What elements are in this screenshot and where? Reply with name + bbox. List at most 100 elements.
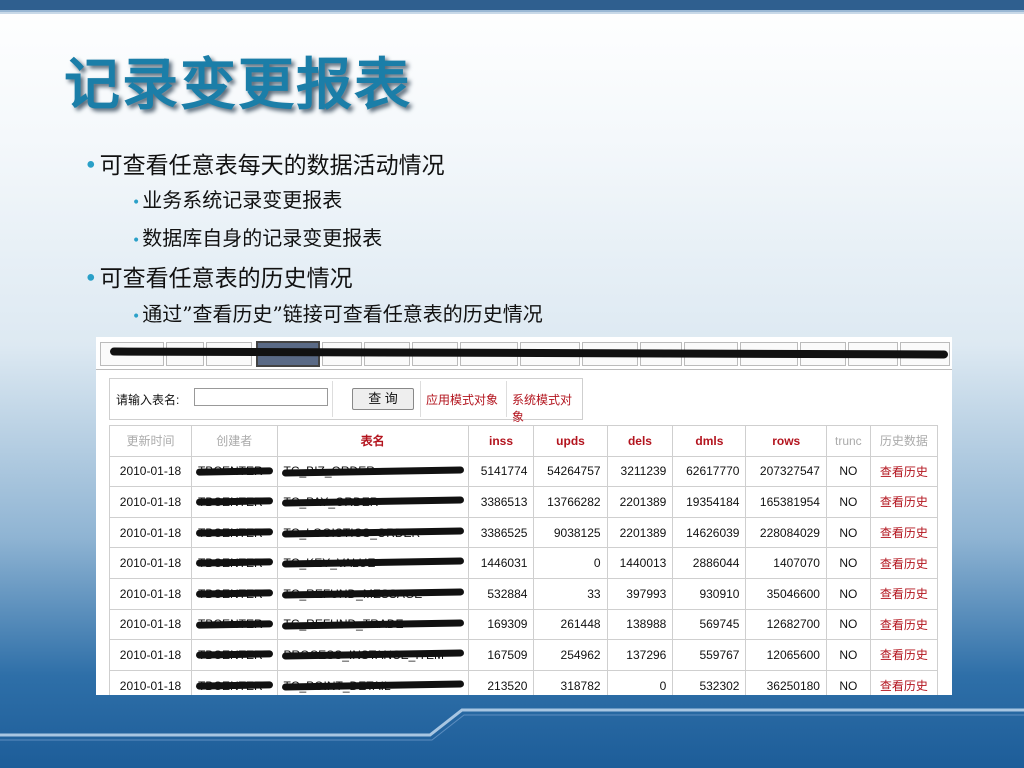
redaction-scribble [195,619,273,629]
cell-dels: 138988 [606,608,674,641]
view-history-link[interactable]: 查看历史 [869,547,939,579]
cell-rows: 228084029 [745,516,827,549]
app-schema-objects-link[interactable]: 应用模式对象 [426,391,498,408]
bullet-level2-database: • 数据库自身的记录变更报表 [132,226,383,250]
cell-inss: 3386525 [467,516,535,549]
view-history-link[interactable]: 查看历史 [869,516,939,549]
cell-rows: 35046600 [745,577,827,610]
bullet-dot-icon: • [132,309,141,325]
cell-upds: 9038125 [533,516,608,549]
cell-inss: 167509 [467,639,535,671]
view-history-link[interactable]: 查看历史 [869,639,939,671]
cell-owner: TBCENTER [190,486,278,518]
cell-rows: 207327547 [745,455,827,488]
cell-inss: 213520 [467,669,535,695]
cell-inss: 5141774 [467,455,535,488]
cell-dels: 137296 [606,639,674,671]
table-row: 2010-01-18TBCENTERPROCESS_INSTANCE_ITEM1… [109,639,939,671]
table-name-input[interactable] [194,388,328,406]
redaction-scribble [195,497,273,506]
redaction-scribble [195,466,273,476]
bullet-dot-icon: • [84,153,98,179]
table-header-row: 更新时间 创建者 表名 inss upds dels dmls rows tru… [109,425,939,457]
cell-upds: 0 [533,547,608,579]
view-history-link[interactable]: 查看历史 [869,608,939,641]
divider [332,381,333,417]
view-history-link[interactable]: 查看历史 [869,486,939,518]
cell-inss: 3386513 [467,486,535,518]
cell-owner: TBCENTER [190,547,278,579]
bullet-level1-daily-activity: •可查看任意表每天的数据活动情况 [84,153,445,179]
col-dmls[interactable]: dmls [672,425,747,457]
cell-date: 2010-01-18 [109,547,192,579]
cell-upds: 13766282 [533,486,608,518]
col-rows[interactable]: rows [745,425,827,457]
redaction-scribble [195,528,273,537]
bullet-level1-history: •可查看任意表的历史情况 [84,266,353,292]
cell-trunc: NO [825,455,871,488]
col-trunc[interactable]: trunc [825,425,871,457]
embedded-screenshot: 请输入表名: 查 询 应用模式对象 系统模式对象 更新时间 创建者 表名 ins… [96,337,952,695]
view-history-link[interactable]: 查看历史 [869,455,939,488]
cell-table-name: PROCESS_INSTANCE_ITEM [276,639,469,671]
cell-rows: 165381954 [745,486,827,518]
cell-dmls: 559767 [672,639,747,671]
cell-date: 2010-01-18 [109,577,192,610]
cell-inss: 169309 [467,608,535,641]
table-row: 2010-01-18TBCENTERTC_LOGISTICS_ORDER3386… [109,516,939,549]
cell-owner: TBCENTER [190,516,278,549]
cell-upds: 318782 [533,669,608,695]
col-owner[interactable]: 创建者 [190,425,278,457]
top-decoration-line [0,12,1024,14]
top-decoration-bar [0,0,1024,12]
cell-owner: TBCENTER [190,455,278,488]
view-history-link[interactable]: 查看历史 [869,577,939,610]
table-row: 2010-01-18TBCENTERTC_POINT_DETAIL2135203… [109,669,939,695]
table-row: 2010-01-18TBCENTERTC_BIZ_ORDER5141774542… [109,455,939,488]
cell-dmls: 2886044 [672,547,747,579]
cell-trunc: NO [825,608,871,641]
cell-dmls: 62617770 [672,455,747,488]
col-upds[interactable]: upds [533,425,608,457]
cell-owner: TBCENTER [190,577,278,610]
divider [420,381,421,417]
tab-bar [96,337,952,370]
cell-inss: 1446031 [467,547,535,579]
view-history-link[interactable]: 查看历史 [869,669,939,695]
col-history[interactable]: 历史数据 [869,425,939,457]
cell-table-name: TC_KEY_VALUE [276,547,469,579]
bullet-dot-icon: • [84,266,98,292]
cell-table-name: TC_BIZ_ORDER [276,455,469,488]
cell-rows: 12065600 [745,639,827,671]
cell-dmls: 19354184 [672,486,747,518]
cell-dels: 0 [606,669,674,695]
col-update-time[interactable]: 更新时间 [109,425,192,457]
cell-owner: TBCENTER [190,608,278,641]
bottom-decoration-line [0,708,1024,737]
cell-trunc: NO [825,486,871,518]
system-schema-objects-link[interactable]: 系统模式对象 [512,391,582,425]
bullet-level2-business: • 业务系统记录变更报表 [132,188,343,212]
cell-date: 2010-01-18 [109,669,192,695]
bottom-decoration [0,708,1024,741]
slide-title: 记录变更报表 [64,53,412,118]
redaction-scribble [281,527,464,538]
search-label: 请输入表名: [116,393,180,407]
redaction-scribble [195,558,273,568]
cell-trunc: NO [825,669,871,695]
query-button[interactable]: 查 询 [352,388,414,410]
redaction-scribble [281,618,464,630]
redaction-scribble [195,681,273,690]
col-inss[interactable]: inss [467,425,535,457]
bullet-dot-icon: • [132,233,141,249]
cell-rows: 1407070 [745,547,827,579]
cell-upds: 261448 [533,608,608,641]
cell-inss: 532884 [467,577,535,610]
col-dels[interactable]: dels [606,425,674,457]
col-table-name[interactable]: 表名 [276,425,469,457]
cell-trunc: NO [825,639,871,671]
cell-dels: 2201389 [606,516,674,549]
redaction-scribble [281,588,464,599]
cell-upds: 54264757 [533,455,608,488]
cell-table-name: TC_REFUND_TRADE [276,608,469,641]
